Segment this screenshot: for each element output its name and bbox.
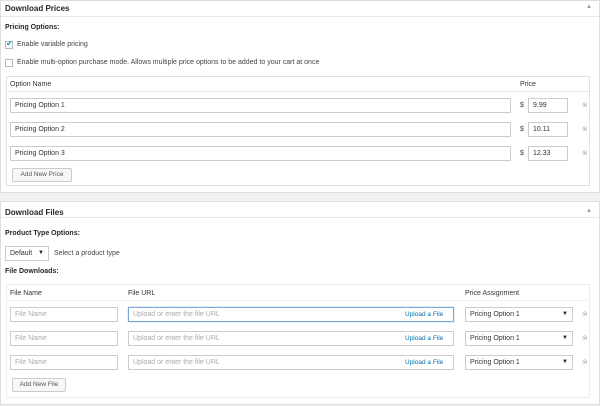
- triangle-down-icon: ▼: [38, 250, 44, 256]
- remove-circle-icon[interactable]: ⊗: [582, 125, 588, 133]
- price-assignment-selected: Pricing Option 1: [470, 311, 520, 318]
- product-type-hint: Select a product type: [54, 250, 120, 257]
- pricing-options-label: Pricing Options:: [5, 24, 60, 31]
- currency-symbol: $: [520, 126, 524, 133]
- price-amount-input[interactable]: 12.33: [528, 146, 568, 161]
- price-assignment-selected: Pricing Option 1: [470, 335, 520, 342]
- upload-file-link[interactable]: Upload a File: [405, 335, 443, 342]
- price-assignment-select[interactable]: Pricing Option 1 ▼: [465, 331, 573, 346]
- enable-variable-pricing-label[interactable]: Enable variable pricing: [17, 41, 88, 48]
- product-type-options-label: Product Type Options:: [5, 230, 80, 237]
- remove-circle-icon[interactable]: ⊗: [582, 334, 588, 342]
- price-option-name-input[interactable]: Pricing Option 1: [10, 98, 511, 113]
- price-assignment-select[interactable]: Pricing Option 1 ▼: [465, 355, 573, 370]
- download-prices-panel: Download Prices ▲ Pricing Options: ✔ Ena…: [0, 0, 600, 193]
- product-type-selected: Default: [10, 250, 33, 257]
- product-type-select[interactable]: Default ▼: [5, 246, 49, 261]
- remove-circle-icon[interactable]: ⊗: [582, 358, 588, 366]
- download-files-title: Download Files: [5, 208, 64, 217]
- triangle-down-icon: ▼: [562, 335, 568, 341]
- enable-multi-option-checkbox[interactable]: [5, 59, 13, 67]
- file-name-input[interactable]: File Name: [10, 355, 118, 370]
- download-files-panel: Download Files ▲ Product Type Options: D…: [0, 201, 600, 405]
- file-name-input[interactable]: File Name: [10, 307, 118, 322]
- price-amount-input[interactable]: 10.11: [528, 122, 568, 137]
- add-new-price-button[interactable]: Add New Price: [12, 168, 72, 182]
- prices-table-header: Option Name Price: [7, 77, 589, 92]
- files-table: File Name File URL Price Assignment File…: [6, 284, 590, 398]
- price-amount-input[interactable]: 9.99: [528, 98, 568, 113]
- download-prices-header[interactable]: Download Prices ▲: [1, 1, 599, 17]
- enable-multi-option-label[interactable]: Enable multi-option purchase mode. Allow…: [17, 59, 319, 66]
- currency-symbol: $: [520, 102, 524, 109]
- prices-table: Option Name Price Pricing Option 1 $ 9.9…: [6, 76, 590, 186]
- remove-circle-icon[interactable]: ⊗: [582, 101, 588, 109]
- column-file-url: File URL: [128, 290, 156, 297]
- collapse-triangle-up-icon[interactable]: ▲: [586, 4, 592, 10]
- add-new-file-button[interactable]: Add New File: [12, 378, 66, 392]
- remove-circle-icon[interactable]: ⊗: [582, 310, 588, 318]
- price-option-name-input[interactable]: Pricing Option 3: [10, 146, 511, 161]
- column-file-name: File Name: [10, 290, 42, 297]
- download-files-header[interactable]: Download Files ▲: [1, 202, 599, 218]
- column-option-name: Option Name: [10, 81, 52, 88]
- column-price: Price: [520, 81, 536, 88]
- download-prices-title: Download Prices: [5, 4, 70, 13]
- price-assignment-selected: Pricing Option 1: [470, 359, 520, 366]
- triangle-down-icon: ▼: [562, 311, 568, 317]
- price-option-name-input[interactable]: Pricing Option 2: [10, 122, 511, 137]
- upload-file-link[interactable]: Upload a File: [405, 311, 443, 318]
- file-name-input[interactable]: File Name: [10, 331, 118, 346]
- remove-circle-icon[interactable]: ⊗: [582, 149, 588, 157]
- files-table-header: File Name File URL Price Assignment: [7, 285, 589, 301]
- collapse-triangle-up-icon[interactable]: ▲: [586, 208, 592, 214]
- currency-symbol: $: [520, 150, 524, 157]
- upload-file-link[interactable]: Upload a File: [405, 359, 443, 366]
- triangle-down-icon: ▼: [562, 359, 568, 365]
- checkmark-icon: ✔: [6, 39, 13, 48]
- column-price-assignment: Price Assignment: [465, 290, 520, 297]
- price-assignment-select[interactable]: Pricing Option 1 ▼: [465, 307, 573, 322]
- enable-variable-pricing-checkbox[interactable]: ✔: [5, 39, 13, 49]
- file-downloads-label: File Downloads:: [5, 268, 59, 275]
